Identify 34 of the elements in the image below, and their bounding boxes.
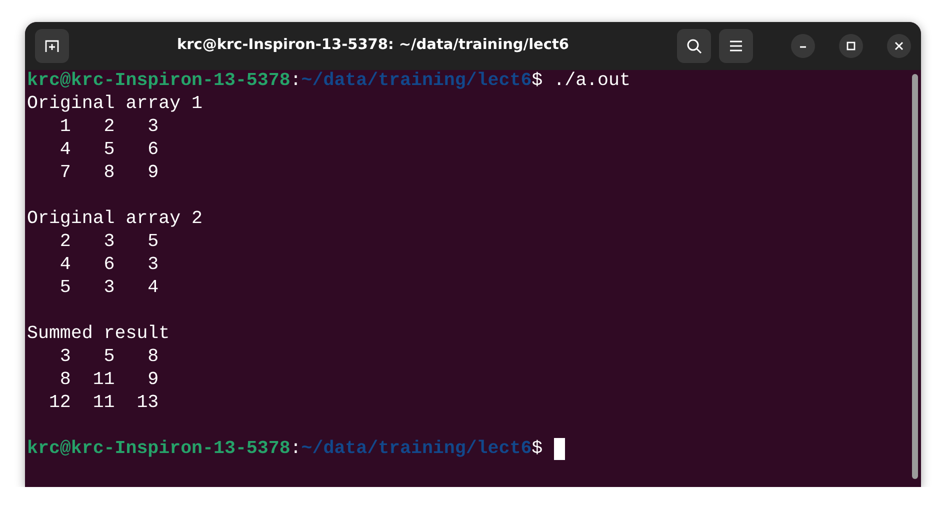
output-line: 4 5 6 [58,139,159,162]
new-tab-button[interactable] [35,29,69,63]
output-line: 8 11 9 [58,369,159,392]
prompt-separator: : [290,70,302,93]
output-line: 12 11 13 [48,392,159,415]
prompt-symbol: $ [532,70,543,93]
window-title: krc@krc-Inspiron-13-5378: ~/data/training/lect6 [176,36,570,56]
search-icon [686,38,702,54]
output-line: Original array 1 [27,93,203,116]
scrollbar[interactable] [912,74,918,479]
minimize-button[interactable] [791,34,815,58]
output-line: 2 3 5 [58,231,159,254]
output-line: 3 5 8 [58,346,159,369]
prompt-user: krc@krc-Inspiron-13-5378 [27,70,290,93]
prompt-path: ~/data/training/lect6 [301,70,532,93]
output-line: 7 8 9 [58,162,159,185]
output-line: 1 2 3 [58,116,159,139]
close-button[interactable] [887,34,911,58]
output-line: 5 3 4 [58,277,159,300]
prompt-path: ~/data/training/lect6 [301,438,532,461]
maximize-icon [846,41,856,51]
close-icon [894,41,904,51]
maximize-button[interactable] [839,34,863,58]
search-button[interactable] [677,29,711,63]
menu-icon [729,40,743,52]
menu-button[interactable] [719,29,753,63]
command-text: ./a.out [552,70,630,93]
prompt-symbol: $ [532,438,543,461]
output-line: Summed result [27,323,170,346]
output-line: 4 6 3 [58,254,159,277]
prompt-user: krc@krc-Inspiron-13-5378 [27,438,290,461]
output-line: Original array 2 [27,208,203,231]
prompt-separator: : [290,438,302,461]
new-tab-icon [44,38,60,54]
